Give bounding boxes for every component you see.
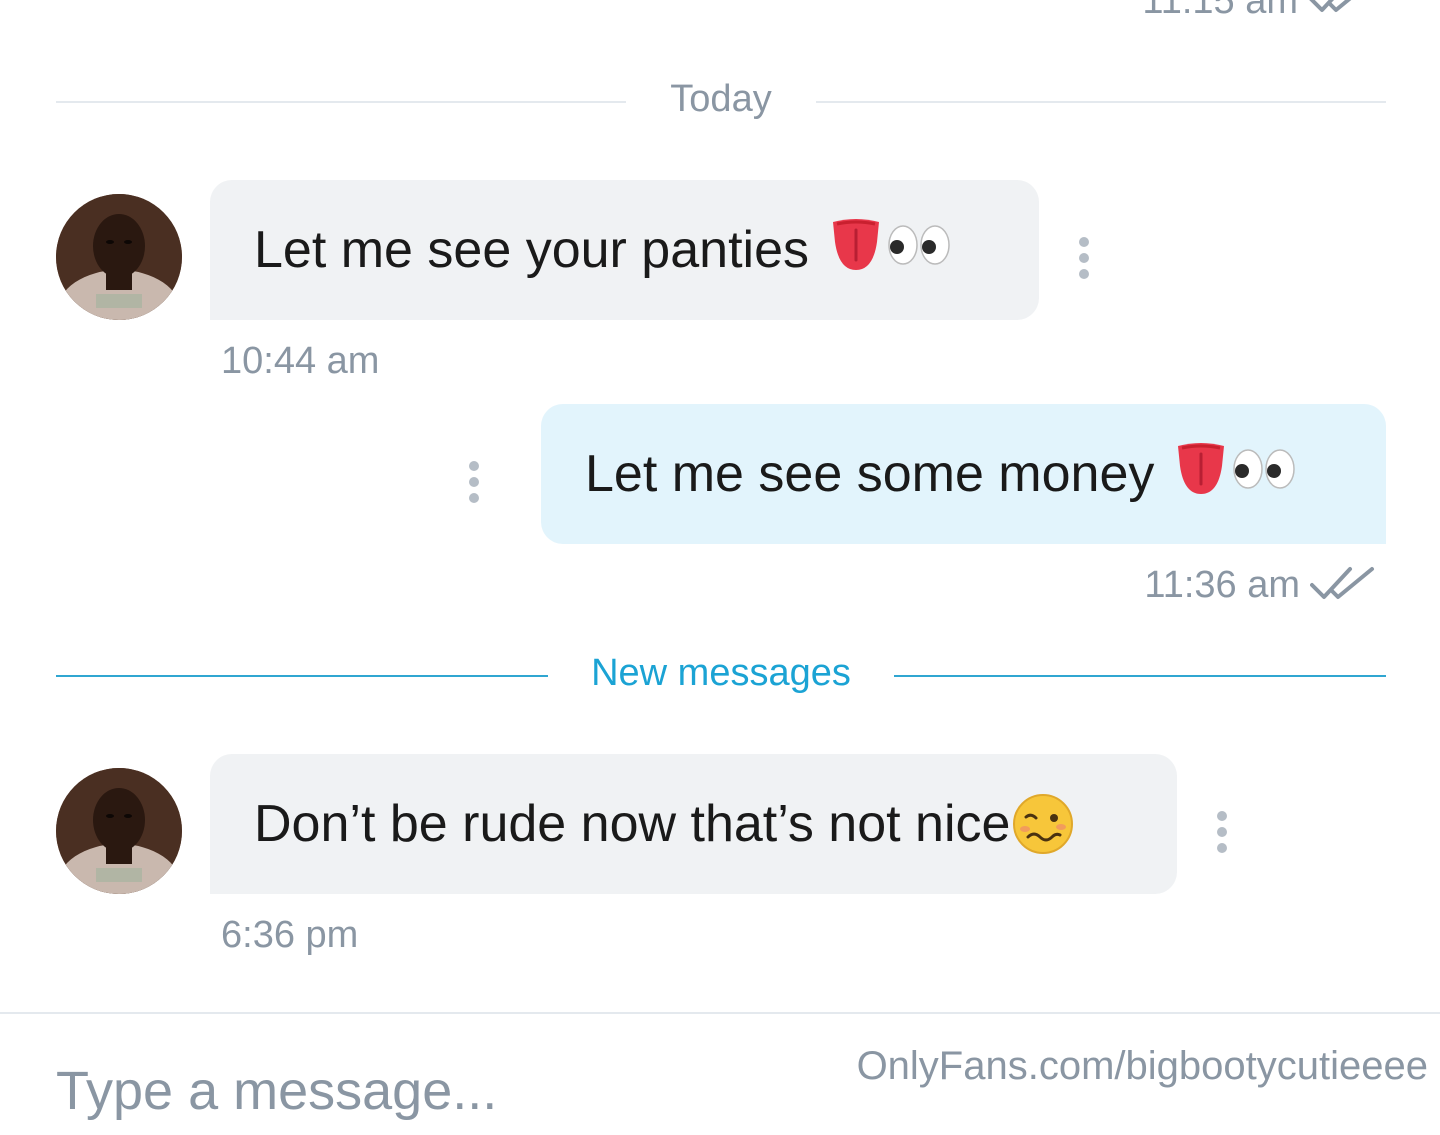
message-options-icon[interactable]	[467, 461, 481, 503]
tongue-emoji	[829, 216, 883, 285]
double-check-icon	[1310, 565, 1376, 606]
woozy-face-emoji	[1012, 793, 1074, 855]
message-options-icon[interactable]	[1215, 811, 1229, 853]
message-bubble-incoming[interactable]: Let me see your panties	[210, 180, 1039, 320]
message-time: 10:44 am	[221, 340, 380, 382]
new-messages-label: New messages	[591, 652, 851, 694]
message-bubble-incoming[interactable]: Don’t be rude now that’s not nice	[210, 754, 1177, 894]
message-text: Let me see your panties	[254, 221, 809, 279]
double-check-icon	[1308, 0, 1374, 24]
date-divider-label: Today	[670, 78, 772, 120]
new-messages-line-right	[894, 675, 1386, 677]
message-time: 11:36 am	[1144, 564, 1300, 606]
message-meta: 11:36 am	[1144, 564, 1376, 607]
message-bubble-outgoing[interactable]: Let me see some money	[541, 404, 1386, 544]
message-time: 6:36 pm	[221, 914, 359, 956]
message-text: Let me see some money	[585, 445, 1155, 503]
divider-line-left	[56, 101, 626, 103]
eyes-emoji	[1232, 444, 1296, 504]
avatar[interactable]	[56, 768, 182, 894]
message-input[interactable]	[56, 1056, 756, 1126]
watermark-text: OnlyFans.com/bigbootycutieeee	[856, 1044, 1428, 1088]
top-message-meta: 11:15 am	[1142, 0, 1374, 24]
message-options-icon[interactable]	[1077, 237, 1091, 279]
composer-divider	[0, 1012, 1440, 1014]
message-text: Don’t be rude now that’s not nice	[254, 795, 1011, 853]
chat-screen: 11:15 am Today Let me see your panties 1…	[0, 0, 1440, 1135]
eyes-emoji	[887, 220, 951, 280]
message-time: 11:15 am	[1142, 0, 1298, 22]
new-messages-line-left	[56, 675, 548, 677]
avatar[interactable]	[56, 194, 182, 320]
divider-line-right	[816, 101, 1386, 103]
tongue-emoji	[1174, 440, 1228, 509]
